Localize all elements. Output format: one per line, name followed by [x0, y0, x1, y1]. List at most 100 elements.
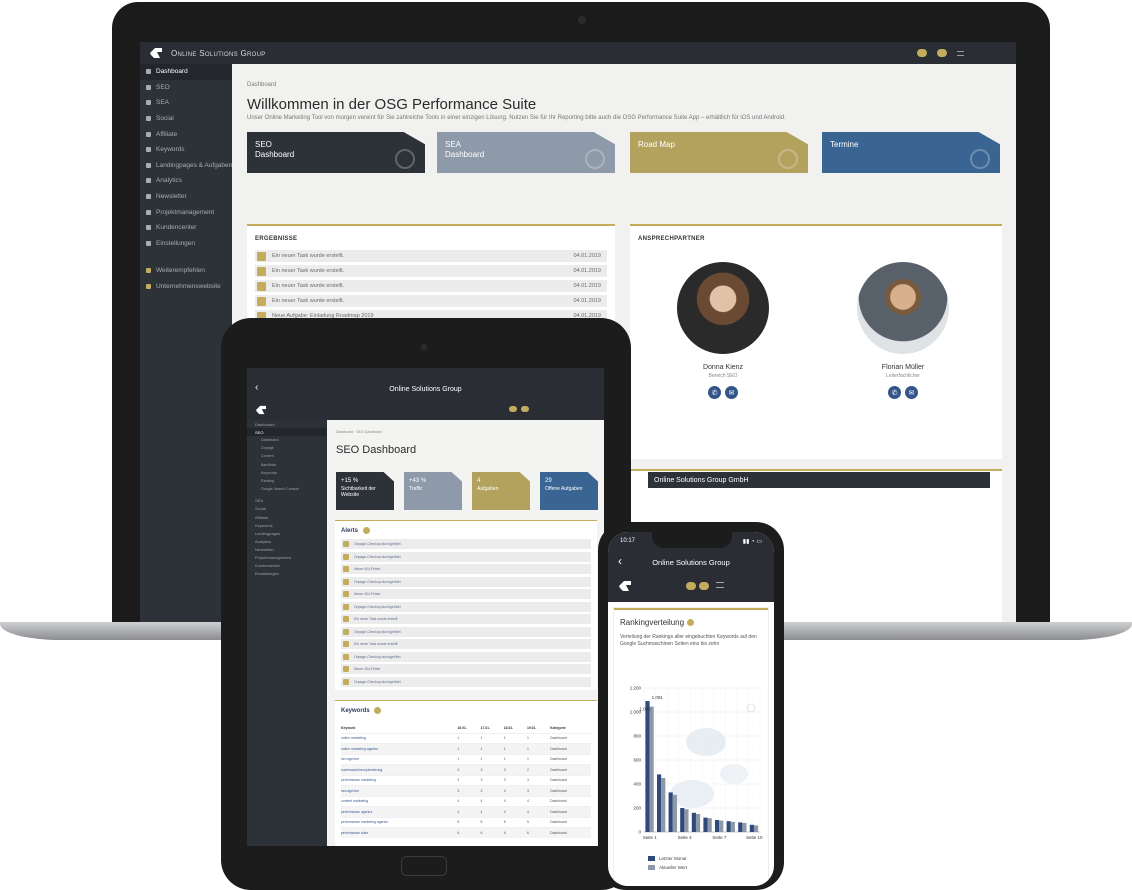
bar-last-month[interactable] [668, 792, 673, 832]
dashboard-tile[interactable]: Termine [822, 132, 1000, 173]
sidebar-item[interactable]: Backlinks [247, 460, 327, 468]
bar-current[interactable] [730, 821, 735, 832]
bar-current[interactable] [719, 820, 724, 832]
column-header[interactable]: 18.01. [504, 723, 527, 733]
messages-badge-icon[interactable] [686, 582, 696, 590]
search-field[interactable] [837, 49, 907, 57]
alert-row[interactable]: Ein neuer Task wurde erstellt [341, 639, 591, 649]
sidebar-item[interactable]: Keywords [247, 469, 327, 477]
notifications-badge-icon[interactable] [699, 582, 709, 590]
alert-row[interactable]: Onpage-Checkup durchgeführt [341, 676, 591, 687]
keyword-link[interactable]: performance agentur [341, 806, 458, 817]
bar-last-month[interactable] [738, 822, 743, 832]
tablet-home-button[interactable] [401, 856, 447, 876]
kpi-tile[interactable]: +43 % Traffic [404, 472, 462, 510]
alert-row[interactable]: Onpage-Checkup durchgeführt [341, 651, 591, 662]
alert-row[interactable]: Neuer 404-Fehler [341, 664, 591, 674]
bar-last-month[interactable] [680, 808, 685, 832]
sidebar-item[interactable]: Einstellungen [140, 236, 232, 252]
kpi-tile[interactable]: 4 Aufgaben [472, 472, 530, 510]
legend-item[interactable]: Letzter Monat [648, 856, 687, 861]
sidebar-item[interactable]: SEO [140, 80, 232, 96]
sidebar-item[interactable]: SEO [247, 428, 327, 437]
keyword-link[interactable]: content marketing [341, 795, 458, 807]
keyword-link[interactable]: performance marketing [341, 774, 458, 786]
legend-item[interactable]: Aktueller Wert [648, 865, 687, 870]
bar-current[interactable] [649, 706, 654, 832]
sidebar-item[interactable]: Landingpages [247, 529, 327, 537]
alert-row[interactable]: Neuer 404-Fehler [341, 564, 591, 574]
sidebar-item[interactable]: SEA [247, 497, 327, 505]
menu-icon[interactable] [957, 50, 964, 56]
bar-current[interactable] [695, 814, 701, 832]
sidebar-item[interactable]: Social [247, 505, 327, 513]
alert-row[interactable]: Onpage-Checkup durchgeführt [341, 576, 591, 587]
sidebar-item[interactable]: Affiliate [140, 126, 232, 142]
keyword-link[interactable]: performance suite [341, 827, 458, 838]
bar-current[interactable] [707, 818, 712, 832]
sidebar-item[interactable]: Analytics [140, 173, 232, 189]
column-header[interactable]: 17.01. [481, 723, 504, 733]
bar-current[interactable] [684, 809, 689, 832]
bar-current[interactable] [672, 794, 677, 832]
messages-badge-icon[interactable] [509, 406, 517, 412]
notifications-badge-icon[interactable] [937, 49, 947, 57]
alert-row[interactable]: Onpage-Checkup durchgeführt [341, 626, 591, 637]
table-row[interactable]: content marketing 4 4 4 4 Dashboard [341, 795, 591, 807]
keyword-link[interactable]: online marketing [341, 732, 458, 744]
bar-last-month[interactable] [703, 817, 708, 832]
column-header[interactable]: 16.01. [457, 723, 480, 733]
dashboard-tile[interactable]: Road Map [630, 132, 808, 173]
bar-current[interactable] [753, 825, 759, 832]
table-row[interactable]: sea agentur 3 3 4 3 Dashboard [341, 785, 591, 796]
sidebar-item[interactable]: Affiliate [247, 513, 327, 521]
table-row[interactable]: performance suite 6 6 6 6 Dashboard [341, 827, 591, 838]
dashboard-tile[interactable]: SEO Dashboard [247, 132, 425, 173]
keyword-link[interactable]: seo agentur [341, 753, 458, 765]
column-header[interactable]: Keyword [341, 723, 457, 733]
sidebar-item[interactable]: Weiterempfehlen [140, 263, 232, 279]
messages-badge-icon[interactable] [917, 49, 927, 57]
sidebar-item[interactable]: Einstellungen [247, 570, 327, 578]
table-row[interactable]: online marketing 1 1 1 1 Dashboard [341, 732, 591, 744]
sidebar-item[interactable]: Ranking [247, 477, 327, 485]
event-row[interactable]: Ein neuer Task wurde erstellt. 04.01.2019 [255, 280, 607, 292]
bar-last-month[interactable] [714, 820, 720, 832]
user-menu[interactable] [974, 50, 1008, 56]
alert-row[interactable]: Onpage-Checkup durchgeführt [341, 539, 591, 549]
sidebar-item[interactable]: SEA [140, 95, 232, 111]
event-row[interactable]: Ein neuer Task wurde erstellt. 04.01.2019 [255, 250, 607, 262]
sidebar-item[interactable]: Keywords [140, 142, 232, 158]
keyword-link[interactable]: sea agentur [341, 785, 458, 796]
sidebar-item[interactable]: Content [247, 452, 327, 460]
sidebar-item[interactable]: Dashboard [140, 64, 232, 80]
sidebar-item[interactable]: Google Search Console [247, 485, 327, 493]
table-row[interactable]: seo agentur 1 1 1 1 Dashboard [341, 753, 591, 765]
sidebar-item[interactable]: Social [140, 111, 232, 127]
sidebar-item[interactable]: Dashboard [247, 436, 327, 444]
info-icon[interactable] [362, 527, 370, 534]
sidebar-item[interactable]: Projektmanagement [140, 204, 232, 220]
sidebar-item[interactable]: Landingpages & Aufgaben [140, 158, 232, 174]
mail-icon[interactable]: ✉ [905, 386, 918, 399]
column-header[interactable]: Kategorie [550, 723, 591, 733]
sidebar-item[interactable]: Analytics [247, 537, 327, 545]
mail-icon[interactable]: ✉ [725, 386, 738, 399]
alert-row[interactable]: Ein neuer Task wurde erstellt [341, 614, 591, 624]
bar-current[interactable] [742, 823, 747, 832]
sidebar-item[interactable]: Keywords [247, 521, 327, 529]
table-row[interactable]: suchmaschinenoptimierung 3 3 3 2 Dashboard [341, 764, 591, 775]
sidebar-item[interactable]: Kundencenter [140, 220, 232, 236]
alert-row[interactable]: Onpage-Checkup durchgeführt [341, 551, 591, 562]
table-row[interactable]: online marketing agentur 1 1 1 1 Dashboard [341, 743, 591, 754]
bar-current[interactable] [661, 778, 666, 832]
event-row[interactable]: Ein neuer Task wurde erstellt. 04.01.2019 [255, 295, 607, 307]
alert-row[interactable]: Onpage-Checkup durchgeführt [341, 601, 591, 612]
notifications-badge-icon[interactable] [521, 406, 529, 412]
info-icon[interactable] [374, 707, 382, 714]
sidebar-item[interactable]: Newsletter [140, 189, 232, 205]
event-row[interactable]: Ein neuer Task wurde erstellt. 04.01.2019 [255, 265, 607, 277]
kpi-tile[interactable]: 29 Offene Aufgaben [540, 472, 598, 510]
table-row[interactable]: performance agentur 4 4 4 4 Dashboard [341, 806, 591, 817]
alert-row[interactable]: Neuer 404-Fehler [341, 589, 591, 599]
